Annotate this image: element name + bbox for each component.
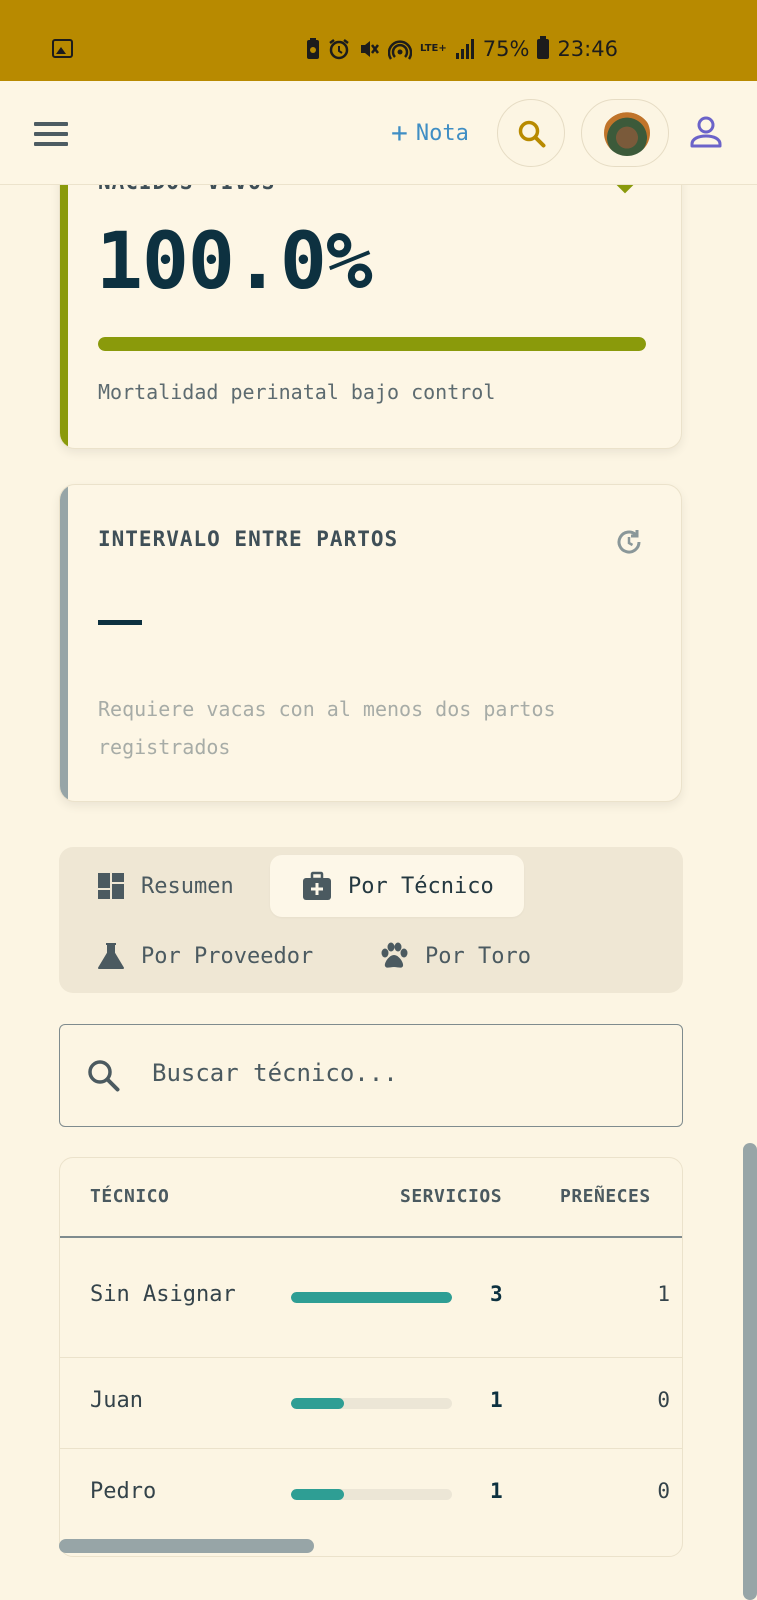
prenez-value: 0 [657,1388,670,1412]
menu-icon[interactable] [34,122,68,146]
servicios-value: 3 [490,1282,503,1306]
metric-note: Mortalidad perinatal bajo control [98,380,496,404]
search-icon [518,120,546,148]
servicios-value: 1 [490,1388,503,1412]
metric-empty-value [98,620,142,625]
tecnico-table: TÉCNICO SERVICIOS PREÑECES Sin Asignar 3… [59,1157,683,1557]
app-bar: + Nota [0,81,757,185]
tab-por-toro[interactable]: Por Toro [379,925,531,987]
tab-por-tecnico[interactable]: Por Técnico [270,855,524,917]
servicios-bar-fill [291,1489,345,1500]
add-note-label: Nota [415,121,469,146]
clock: 23:46 [557,37,618,61]
tab-resumen[interactable]: Resumen [97,855,234,917]
user-icon[interactable] [688,114,724,150]
status-bar: LTE+ 75% 23:46 [0,0,757,81]
metric-progress-fill [98,337,646,351]
status-icons: LTE+ 75% 23:46 [306,36,618,62]
servicios-bar [291,1398,452,1409]
card-accent-bar [60,485,68,801]
flask-icon [98,943,124,969]
medical-bag-icon [303,871,331,900]
hotspot-icon [388,40,412,60]
signal-icon [455,39,474,59]
vibrate-off-icon [361,41,379,57]
battery-saver-icon [307,38,319,59]
horizontal-scrollbar[interactable] [59,1539,314,1553]
alarm-icon [329,39,349,60]
column-header-tecnico[interactable]: TÉCNICO [90,1186,169,1207]
search-icon [88,1060,120,1092]
vertical-scrollbar[interactable] [743,1143,757,1600]
column-header-servicios[interactable]: SERVICIOS [400,1186,502,1207]
intervalo-partos-card: INTERVALO ENTRE PARTOS Requiere vacas co… [59,484,682,802]
search-button[interactable] [497,99,565,167]
servicios-bar-fill [291,1398,345,1409]
tab-label: Por Toro [425,943,531,969]
history-icon[interactable] [615,528,643,556]
prenez-value: 1 [657,1282,670,1306]
tecnico-name: Pedro [90,1479,157,1504]
servicios-value: 1 [490,1479,503,1503]
profile-avatar-button[interactable] [581,99,669,167]
tab-label: Por Proveedor [141,943,314,969]
servicios-bar [291,1292,452,1303]
plus-icon: + [391,116,408,149]
tab-label: Por Técnico [348,873,494,899]
battery-percent: 75% [482,37,530,61]
add-note-button[interactable]: + Nota [391,116,469,149]
search-input[interactable] [152,1059,652,1087]
image-icon [52,39,73,58]
metric-value: 100.0% [96,217,373,307]
card-label: INTERVALO ENTRE PARTOS [98,527,399,551]
tecnico-search-box[interactable] [59,1024,683,1127]
table-row[interactable]: Juan 1 0 [60,1358,682,1449]
avatar [604,110,650,156]
battery-icon [537,36,550,59]
nacidos-vivos-card: NACIDOS VIVOS 100.0% Mortalidad perinata… [59,140,682,449]
servicios-bar [291,1489,452,1500]
servicios-bar-fill [291,1292,452,1303]
card-accent-bar [60,141,68,448]
tab-por-proveedor[interactable]: Por Proveedor [97,925,313,987]
paw-icon [381,942,408,968]
tab-label: Resumen [141,873,234,899]
tecnico-name: Sin Asignar [90,1282,236,1307]
dashboard-icon [98,873,124,899]
prenez-value: 0 [657,1479,670,1503]
report-tabs: Resumen Por Técnico Por Proveedor Por To… [59,847,683,993]
column-header-prenez[interactable]: PREÑECES [560,1186,651,1207]
metric-note: Requiere vacas con al menos dos partos r… [98,697,556,759]
tecnico-name: Juan [90,1388,143,1413]
table-row[interactable]: Sin Asignar 3 1 [60,1237,682,1358]
metric-progress-bar [98,337,646,351]
lte-icon: LTE+ [420,43,447,54]
